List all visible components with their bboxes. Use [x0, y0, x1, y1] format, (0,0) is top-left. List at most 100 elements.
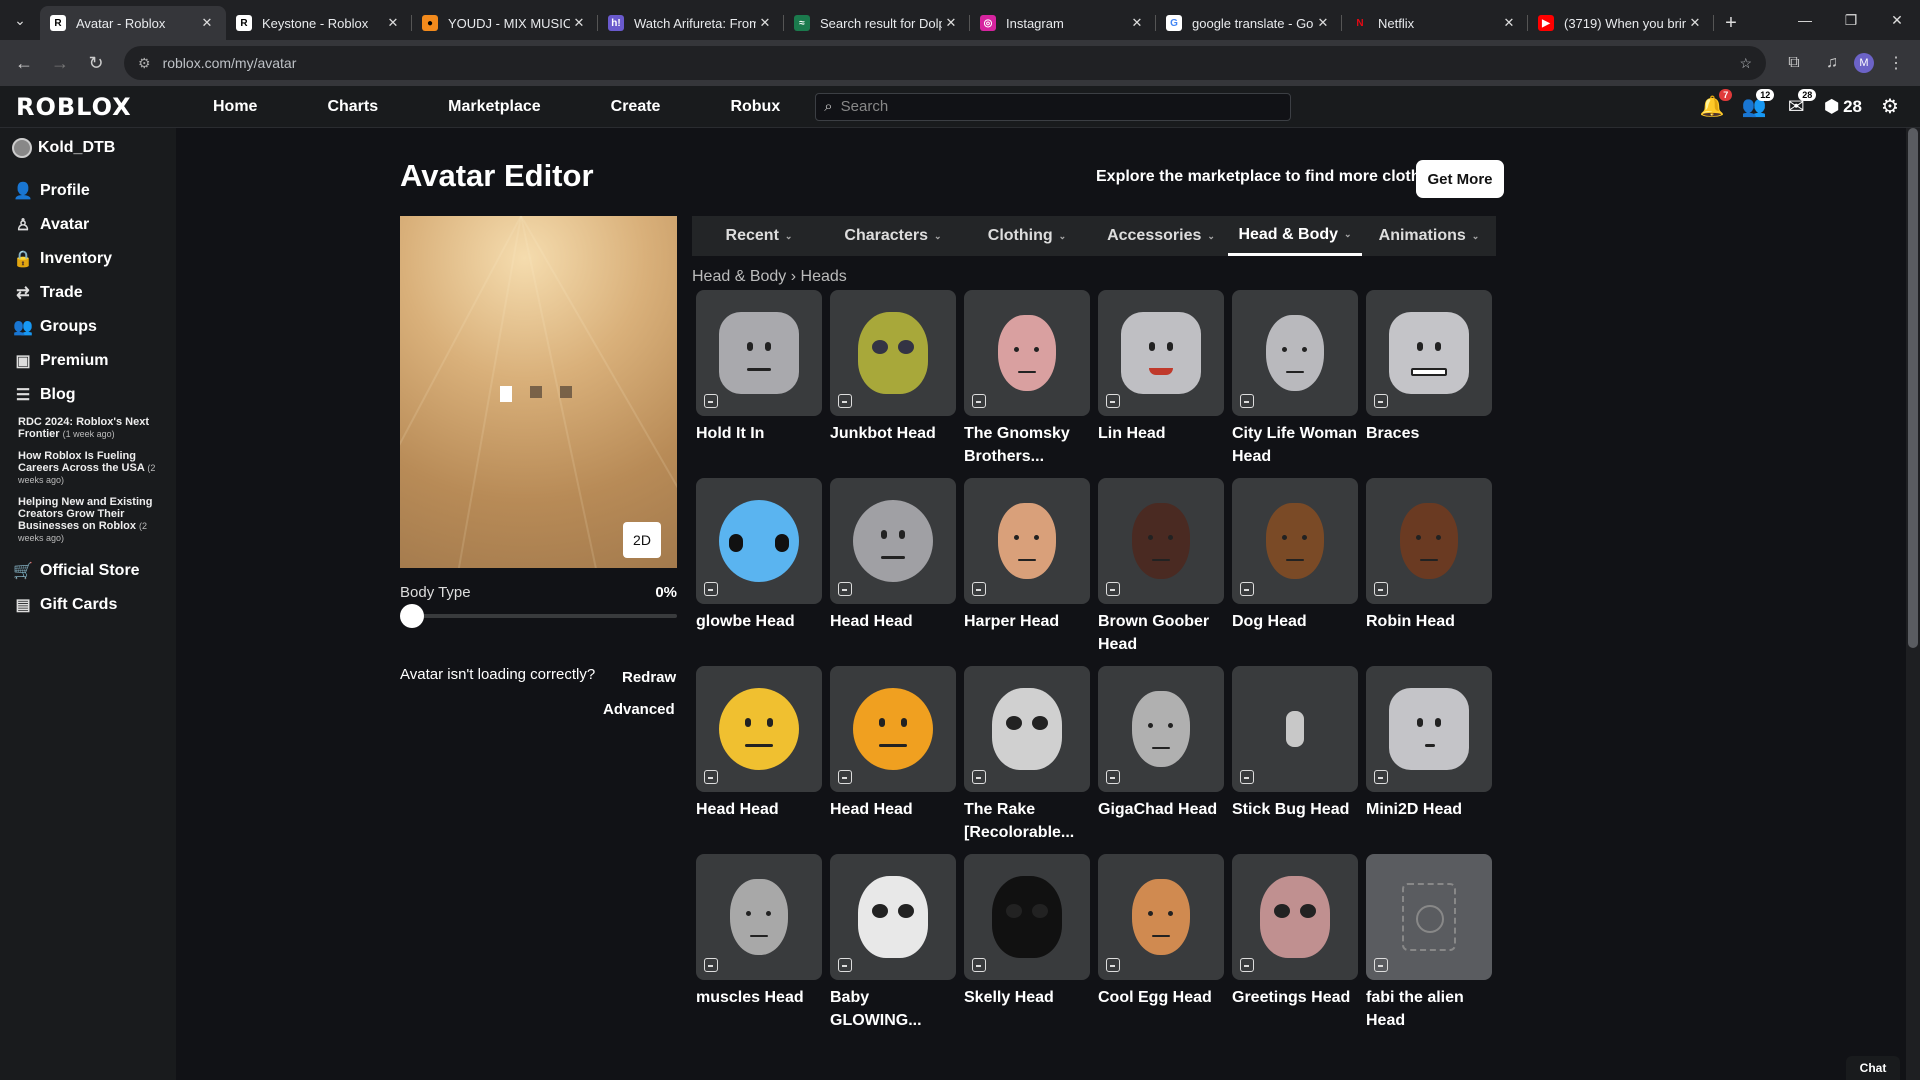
- tab-close-icon[interactable]: ✕: [570, 15, 588, 31]
- browser-menu-icon[interactable]: ⋮: [1880, 47, 1912, 79]
- browser-tab[interactable]: h! Watch Arifureta: From ✕: [598, 6, 784, 40]
- item-name[interactable]: Brown Goober Head: [1098, 610, 1224, 656]
- item-name[interactable]: Baby GLOWING...: [830, 986, 956, 1032]
- new-tab-icon[interactable]: +: [1714, 6, 1748, 40]
- sidebar-item-trade[interactable]: ⇄ Trade: [12, 276, 176, 310]
- tab-close-icon[interactable]: ✕: [198, 15, 216, 31]
- item-thumbnail[interactable]: [1232, 290, 1358, 416]
- item-details-icon[interactable]: [704, 582, 718, 596]
- item-thumbnail[interactable]: [1366, 290, 1492, 416]
- item-thumbnail[interactable]: [964, 290, 1090, 416]
- sidebar-item-profile[interactable]: 👤 Profile: [12, 174, 176, 208]
- item-card[interactable]: Greetings Head: [1232, 854, 1358, 1042]
- sidebar-item-blog[interactable]: ☰ Blog: [12, 378, 176, 412]
- item-thumbnail[interactable]: [830, 478, 956, 604]
- item-thumbnail[interactable]: [1232, 666, 1358, 792]
- messages-icon[interactable]: ✉ 28: [1782, 88, 1817, 121]
- browser-tab[interactable]: ● YOUDJ - MIX MUSIC ✕: [412, 6, 598, 40]
- browser-tab[interactable]: N Netflix ✕: [1342, 6, 1528, 40]
- item-name[interactable]: Greetings Head: [1232, 986, 1358, 1009]
- item-name[interactable]: Hold It In: [696, 422, 822, 445]
- item-card[interactable]: Head Head: [830, 666, 956, 854]
- item-name[interactable]: Lin Head: [1098, 422, 1224, 445]
- item-details-icon[interactable]: [704, 394, 718, 408]
- tab-close-icon[interactable]: ✕: [1128, 15, 1146, 31]
- nav-charts[interactable]: Charts: [292, 98, 413, 116]
- item-card[interactable]: GigaChad Head: [1098, 666, 1224, 854]
- item-card[interactable]: Mini2D Head: [1366, 666, 1492, 854]
- blog-post-link[interactable]: Helping New and Existing Creators Grow T…: [18, 496, 158, 544]
- item-thumbnail[interactable]: [696, 478, 822, 604]
- notifications-bell-icon[interactable]: 🔔 7: [1698, 88, 1733, 121]
- item-card[interactable]: muscles Head: [696, 854, 822, 1042]
- item-details-icon[interactable]: [1106, 394, 1120, 408]
- scrollbar-thumb[interactable]: [1908, 128, 1918, 648]
- item-card[interactable]: fabi the alien Head: [1366, 854, 1492, 1042]
- item-name[interactable]: The Gnomsky Brothers...: [964, 422, 1090, 468]
- body-type-slider[interactable]: [400, 604, 677, 628]
- item-details-icon[interactable]: [838, 582, 852, 596]
- sidebar-item-groups[interactable]: 👥 Groups: [12, 310, 176, 344]
- item-details-icon[interactable]: [1240, 958, 1254, 972]
- search-input[interactable]: ⌕ Search: [815, 92, 1292, 121]
- sidebar-item-inventory[interactable]: 🔒 Inventory: [12, 242, 176, 276]
- browser-tab[interactable]: R Keystone - Roblox ✕: [226, 6, 412, 40]
- item-name[interactable]: muscles Head: [696, 986, 822, 1009]
- item-details-icon[interactable]: [972, 958, 986, 972]
- item-details-icon[interactable]: [1374, 394, 1388, 408]
- tab-accessories[interactable]: Accessories ⌄: [1094, 216, 1228, 256]
- item-name[interactable]: GigaChad Head: [1098, 798, 1224, 821]
- nav-robux[interactable]: Robux: [695, 98, 815, 116]
- item-details-icon[interactable]: [1240, 770, 1254, 784]
- item-thumbnail[interactable]: [830, 854, 956, 980]
- redraw-link[interactable]: Redraw: [622, 669, 676, 686]
- advanced-link[interactable]: Advanced: [603, 701, 675, 718]
- sidebar-item-avatar[interactable]: ♙ Avatar: [12, 208, 176, 242]
- nav-create[interactable]: Create: [576, 98, 696, 116]
- browser-tab[interactable]: ◎ Instagram ✕: [970, 6, 1156, 40]
- reload-icon[interactable]: ↻: [80, 47, 112, 79]
- item-thumbnail[interactable]: [1366, 478, 1492, 604]
- restore-icon[interactable]: ❐: [1828, 0, 1874, 40]
- item-name[interactable]: Skelly Head: [964, 986, 1090, 1009]
- tab-close-icon[interactable]: ✕: [384, 15, 402, 31]
- profile-avatar[interactable]: M: [1854, 53, 1874, 73]
- settings-gear-icon[interactable]: ⚙: [1876, 93, 1904, 121]
- tab-animations[interactable]: Animations ⌄: [1362, 216, 1496, 256]
- item-details-icon[interactable]: [704, 770, 718, 784]
- item-card[interactable]: Baby GLOWING...: [830, 854, 956, 1042]
- tab-close-icon[interactable]: ✕: [756, 15, 774, 31]
- bookmark-star-icon[interactable]: ☆: [1739, 55, 1752, 72]
- tab-recent[interactable]: Recent ⌄: [692, 216, 826, 256]
- forward-icon[interactable]: →: [44, 47, 76, 79]
- extensions-icon[interactable]: ⧉: [1778, 47, 1810, 79]
- robux-balance[interactable]: ⬢ 28: [1824, 97, 1862, 117]
- tab-close-icon[interactable]: ✕: [942, 15, 960, 31]
- item-details-icon[interactable]: [1240, 582, 1254, 596]
- item-details-icon[interactable]: [838, 958, 852, 972]
- item-thumbnail[interactable]: [1098, 666, 1224, 792]
- sidebar-item-gift-cards[interactable]: ▤ Gift Cards: [12, 588, 176, 622]
- page-scrollbar[interactable]: [1906, 128, 1920, 1080]
- item-details-icon[interactable]: [972, 582, 986, 596]
- item-details-icon[interactable]: [1374, 958, 1388, 972]
- tab-clothing[interactable]: Clothing ⌄: [960, 216, 1094, 256]
- item-thumbnail[interactable]: [1098, 854, 1224, 980]
- item-details-icon[interactable]: [1106, 770, 1120, 784]
- item-name[interactable]: City Life Woman Head: [1232, 422, 1358, 468]
- item-name[interactable]: Robin Head: [1366, 610, 1492, 633]
- roblox-logo[interactable]: ROBLOX: [16, 93, 201, 121]
- item-card[interactable]: Dog Head: [1232, 478, 1358, 666]
- item-name[interactable]: Head Head: [830, 610, 956, 633]
- item-name[interactable]: Head Head: [696, 798, 822, 821]
- item-card[interactable]: Stick Bug Head: [1232, 666, 1358, 854]
- item-card[interactable]: The Rake [Recolorable...: [964, 666, 1090, 854]
- item-details-icon[interactable]: [1374, 582, 1388, 596]
- sidebar-user[interactable]: Kold_DTB: [12, 138, 176, 158]
- item-card[interactable]: Head Head: [696, 666, 822, 854]
- item-details-icon[interactable]: [1240, 394, 1254, 408]
- item-thumbnail[interactable]: [696, 290, 822, 416]
- item-name[interactable]: fabi the alien Head: [1366, 986, 1492, 1032]
- item-card[interactable]: Harper Head: [964, 478, 1090, 666]
- nav-marketplace[interactable]: Marketplace: [413, 98, 576, 116]
